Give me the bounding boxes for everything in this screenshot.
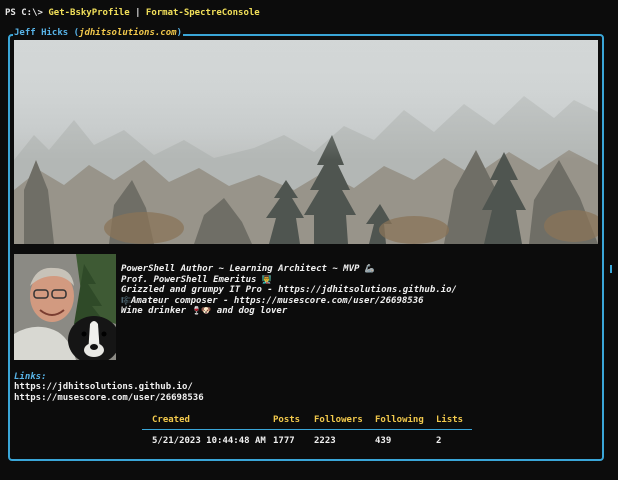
profile-bio: PowerShell Author ~ Learning Architect ~… <box>121 264 457 317</box>
value-following: 439 <box>375 436 392 446</box>
wine-dog-icon: 🍷🐶 <box>191 306 212 315</box>
profile-avatar <box>14 254 116 360</box>
pipe-operator: | <box>135 8 141 18</box>
bio-line: Prof. PowerShell Emeritus 👨‍🏫 <box>121 274 272 285</box>
format-command: Format-SpectreConsole <box>145 8 260 18</box>
bio-line: 🎼Amateur composer - https://musescore.co… <box>121 295 424 306</box>
command-prompt: PS C:\> Get-BskyProfile | Format-Spectre… <box>5 8 260 19</box>
bio-line: Grizzled and grumpy IT Pro - https://jdh… <box>121 285 457 295</box>
bio-line: Wine drinker 🍷🐶 and dog lover <box>121 306 288 316</box>
profile-handle: jdhitsolutions.com <box>79 28 177 38</box>
value-posts: 1777 <box>273 436 295 446</box>
profile-banner-image <box>14 40 598 244</box>
stats-table: Created Posts Followers Following Lists … <box>142 414 472 454</box>
profile-header: Jeff Hicks (jdhitsolutions.com) <box>13 28 183 39</box>
header-followers: Followers <box>314 415 363 425</box>
header-lists: Lists <box>436 415 464 425</box>
bio-line: PowerShell Author ~ Learning Architect ~… <box>121 264 375 274</box>
header-posts: Posts <box>273 415 301 425</box>
teacher-icon: 👨‍🏫 <box>261 274 272 284</box>
command-name: Get-BskyProfile <box>48 8 130 18</box>
musical-score-icon: 🎼 <box>121 295 131 305</box>
mechanical-arm-icon: 🦾 <box>364 264 375 273</box>
header-following: Following <box>375 415 424 425</box>
display-name: Jeff Hicks <box>14 28 69 38</box>
links-label: Links: <box>14 372 47 382</box>
value-followers: 2223 <box>314 436 336 446</box>
link-musescore[interactable]: https://musescore.com/user/26698536 <box>14 393 204 404</box>
prompt-text: PS C:\> <box>5 8 43 18</box>
table-divider <box>142 429 472 430</box>
value-lists: 2 <box>436 436 442 446</box>
links-list: https://jdhitsolutions.github.io/ https:… <box>14 382 204 403</box>
header-created: Created <box>152 415 190 425</box>
scrollbar-marker <box>610 265 612 273</box>
value-created: 5/21/2023 10:44:48 AM <box>152 436 266 446</box>
link-github[interactable]: https://jdhitsolutions.github.io/ <box>14 382 204 393</box>
